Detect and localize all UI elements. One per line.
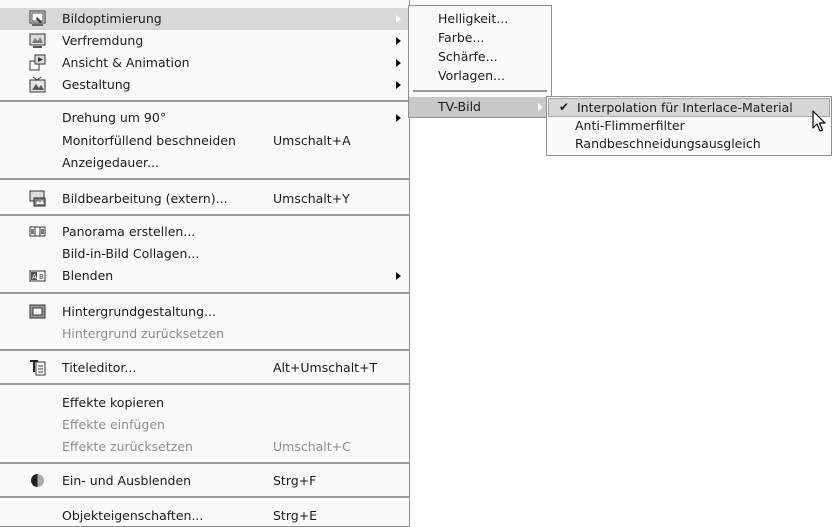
menu-separator (0, 292, 409, 294)
menu-item-effekte-einfuegen[interactable]: Effekte einfügen (0, 414, 409, 436)
submenu-arrow-icon (396, 81, 401, 89)
menu-separator (0, 383, 409, 385)
blend-icon: AB (29, 267, 46, 284)
submenu-item-interpolation[interactable]: ✔ Interpolation für Interlace-Material (548, 98, 830, 117)
menu-separator (0, 496, 409, 498)
menu-item-titeleditor[interactable]: Titeleditor... Alt+Umschalt+T (0, 357, 409, 379)
menu-item-effekte-kopieren[interactable]: Effekte kopieren (0, 392, 409, 414)
menu-separator (413, 90, 547, 92)
submenu-item-schaerfe[interactable]: Schärfe... (409, 47, 551, 67)
title-editor-icon (29, 359, 46, 376)
menu-item-bildbearbeitung[interactable]: Bildbearbeitung (extern)... Umschalt+Y (0, 188, 409, 210)
submenu-item-helligkeit[interactable]: Helligkeit... (409, 9, 551, 29)
menu-separator (0, 100, 409, 102)
menu-item-ein-ausblenden[interactable]: Ein- und Ausblenden Strg+F (0, 470, 409, 492)
design-icon (29, 76, 46, 93)
panorama-icon (29, 223, 46, 240)
submenu-item-farbe[interactable]: Farbe... (409, 28, 551, 48)
menu-separator (0, 349, 409, 351)
menu-separator (0, 462, 409, 464)
submenu-item-tv-bild[interactable]: TV-Bild (409, 97, 551, 117)
menu-separator (0, 178, 409, 180)
menu-item-hintergrundgestaltung[interactable]: Hintergrundgestaltung... (0, 301, 409, 323)
menu-item-drehung[interactable]: Drehung um 90° (0, 107, 409, 129)
submenu-arrow-icon (396, 114, 401, 122)
context-menu: Bildoptimierung Verfremdung Ansicht & An… (0, 0, 410, 527)
svg-text:B: B (39, 273, 44, 281)
submenu-bildoptimierung: Helligkeit... Farbe... Schärfe... Vorlag… (408, 5, 552, 118)
menu-item-bildoptimierung[interactable]: Bildoptimierung (0, 8, 409, 30)
submenu-arrow-icon (396, 15, 401, 23)
menu-item-anzeigedauer[interactable]: Anzeigedauer... (0, 152, 409, 174)
fade-icon (29, 472, 46, 489)
alienation-icon (29, 32, 46, 49)
menu-item-objekteigenschaften[interactable]: Objekteigenschaften... Strg+E (0, 505, 409, 527)
background-icon (29, 303, 46, 320)
menu-item-gestaltung[interactable]: Gestaltung (0, 74, 409, 96)
mouse-pointer-icon (812, 110, 828, 134)
svg-text:A: A (32, 273, 37, 281)
submenu-tv-bild: ✔ Interpolation für Interlace-Material A… (546, 96, 832, 156)
image-optimize-icon (29, 10, 46, 27)
submenu-item-vorlagen[interactable]: Vorlagen... (409, 66, 551, 86)
menu-item-ansicht-animation[interactable]: Ansicht & Animation (0, 52, 409, 74)
submenu-item-randbeschneidungsausgleich[interactable]: Randbeschneidungsausgleich (547, 135, 831, 154)
submenu-arrow-icon (538, 103, 543, 111)
checkmark-icon: ✔ (559, 100, 570, 114)
menu-separator (0, 214, 409, 216)
menu-item-hintergrund-zuruecksetzen[interactable]: Hintergrund zurücksetzen (0, 323, 409, 345)
menu-item-panorama[interactable]: Panorama erstellen... (0, 221, 409, 243)
submenu-arrow-icon (396, 272, 401, 280)
animation-icon (29, 54, 46, 71)
external-edit-icon (29, 190, 46, 207)
menu-item-effekte-zuruecksetzen[interactable]: Effekte zurücksetzen Umschalt+C (0, 436, 409, 458)
menu-item-bild-in-bild[interactable]: Bild-in-Bild Collagen... (0, 243, 409, 265)
menu-item-verfremdung[interactable]: Verfremdung (0, 30, 409, 52)
menu-item-blenden[interactable]: AB Blenden (0, 265, 409, 287)
submenu-arrow-icon (396, 37, 401, 45)
submenu-arrow-icon (396, 59, 401, 67)
submenu-item-anti-flimmerfilter[interactable]: Anti-Flimmerfilter (547, 117, 831, 136)
menu-item-monitorfuellend[interactable]: Monitorfüllend beschneiden Umschalt+A (0, 130, 409, 152)
